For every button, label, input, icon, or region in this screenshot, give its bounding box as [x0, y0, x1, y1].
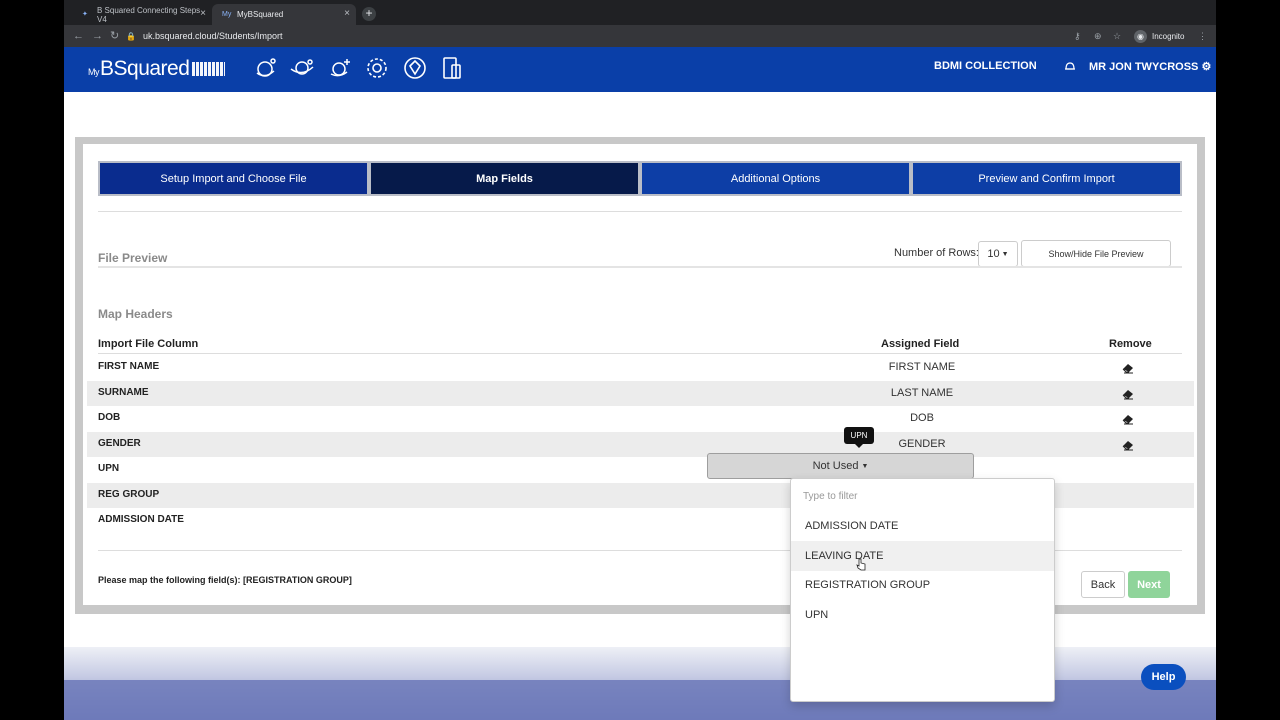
field-tooltip: UPN — [844, 427, 874, 448]
close-icon[interactable]: × — [344, 8, 350, 19]
column-name: DOB — [98, 412, 121, 423]
step-map-fields[interactable]: Map Fields — [371, 163, 638, 194]
dropdown-option[interactable]: LEAVING DATE — [791, 541, 1054, 571]
dropdown-option[interactable]: ADMISSION DATE — [791, 511, 1054, 541]
share-icon: ✦ — [82, 11, 88, 18]
caret-down-icon: ▼ — [1001, 250, 1009, 258]
assigned-field[interactable]: LAST NAME — [822, 387, 1022, 399]
devices-icon[interactable] — [439, 55, 465, 81]
eraser-icon[interactable] — [1121, 386, 1135, 400]
column-name: SURNAME — [98, 387, 149, 398]
browser-tab-mybsquared[interactable]: My MyBSquared × — [212, 4, 356, 25]
assigned-field-select[interactable]: Not Used ▼ — [707, 453, 974, 479]
bdmi-collection-link[interactable]: BDMI COLLECTION — [934, 60, 1037, 72]
divider — [98, 353, 1182, 354]
incognito-label: Incognito — [1152, 31, 1185, 41]
logo-prefix: My — [88, 67, 100, 77]
wizard-steps: Setup Import and Choose File Map Fields … — [98, 161, 1182, 196]
mapping-required-message: Please map the following field(s): [REGI… — [98, 575, 352, 585]
assigned-field[interactable]: DOB — [822, 412, 1022, 424]
col-import-file: Import File Column — [98, 338, 199, 350]
next-button[interactable]: Next — [1128, 571, 1170, 598]
tab-label: MyBSquared — [237, 10, 284, 19]
column-name: UPN — [98, 463, 120, 474]
browser-tab-connecting-steps[interactable]: ✦ B Squared Connecting Steps V4 × — [72, 4, 212, 25]
key-icon[interactable]: ⚷ — [1074, 29, 1081, 43]
forward-arrow-icon[interactable]: → — [92, 29, 103, 43]
field-dropdown-menu: Type to filter ADMISSION DATE LEAVING DA… — [790, 478, 1055, 702]
url-text: uk.bsquared.cloud/Students/Import — [142, 31, 283, 41]
star-icon[interactable]: ☆ — [1113, 29, 1121, 43]
user-menu[interactable]: MR JON TWYCROSS ⚙ — [1089, 60, 1211, 73]
column-name: REG GROUP — [98, 489, 160, 500]
column-name: ADMISSION DATE — [98, 514, 184, 525]
incognito-icon: ◉ — [1134, 29, 1147, 43]
eraser-icon[interactable] — [1121, 411, 1135, 425]
show-hide-preview-button[interactable]: Show/Hide File Preview — [1021, 240, 1171, 267]
eraser-icon[interactable] — [1121, 360, 1135, 374]
back-button[interactable]: Back — [1081, 571, 1125, 598]
rows-value: 10 — [987, 248, 1000, 260]
user-name: MR JON TWYCROSS — [1089, 61, 1199, 73]
dropdown-option[interactable]: REGISTRATION GROUP — [791, 570, 1054, 600]
caret-down-icon: ▼ — [861, 462, 869, 470]
table-header: Import File Column Assigned Field Remove — [98, 338, 1182, 354]
rows-label: Number of Rows: — [894, 247, 979, 259]
assessment-icon[interactable] — [253, 55, 279, 81]
bell-icon[interactable] — [1063, 59, 1077, 73]
select-value: Not Used — [812, 460, 859, 472]
app-header: My BSquared BDMI COLLECTION MR JON TWYCR… — [64, 47, 1216, 92]
back-arrow-icon[interactable]: ← — [73, 29, 84, 43]
file-preview-title: File Preview — [98, 251, 168, 265]
logo-grid-icon — [192, 62, 226, 76]
map-headers-title: Map Headers — [98, 307, 173, 321]
tab-strip: ✦ B Squared Connecting Steps V4 × My MyB… — [64, 0, 1216, 25]
step-additional-options[interactable]: Additional Options — [642, 163, 909, 194]
address-bar[interactable]: 🔒 uk.bsquared.cloud/Students/Import — [124, 28, 1084, 44]
divider — [98, 266, 1182, 268]
mybsquared-favicon-icon: My — [222, 11, 232, 18]
hand-cursor-icon — [856, 558, 866, 571]
groups-icon[interactable] — [289, 55, 315, 81]
browser-chrome: ✦ B Squared Connecting Steps V4 × My MyB… — [64, 0, 1216, 47]
lock-icon: 🔒 — [126, 31, 136, 41]
new-tab-button[interactable]: + — [362, 7, 376, 21]
gem-icon[interactable] — [402, 55, 428, 81]
logo-text: BSquared — [100, 57, 190, 80]
filter-input[interactable]: Type to filter — [803, 491, 857, 502]
divider — [98, 211, 1182, 212]
help-button[interactable]: Help — [1141, 664, 1186, 690]
incognito-indicator[interactable]: ◉ Incognito — [1134, 28, 1184, 44]
col-remove: Remove — [1109, 338, 1152, 350]
table-row: GENDER GENDER — [87, 432, 1194, 457]
col-assigned-field: Assigned Field — [881, 338, 960, 350]
reload-icon[interactable]: ↻ — [110, 29, 119, 43]
column-name: GENDER — [98, 438, 141, 449]
rows-select[interactable]: 10 ▼ — [978, 241, 1018, 267]
dropdown-option[interactable]: UPN — [791, 600, 1054, 630]
zoom-icon[interactable]: ⊕ — [1094, 29, 1102, 43]
table-row: FIRST NAME FIRST NAME — [87, 355, 1194, 380]
eraser-icon[interactable] — [1121, 437, 1135, 451]
tab-label: B Squared Connecting Steps V4 — [96, 5, 201, 24]
browser-toolbar: ← → ↻ 🔒 uk.bsquared.cloud/Students/Impor… — [64, 25, 1216, 47]
table-row: SURNAME LAST NAME — [87, 381, 1194, 406]
column-name: FIRST NAME — [98, 361, 160, 372]
menu-dots-icon[interactable]: ⋮ — [1198, 29, 1207, 43]
settings-gear-icon[interactable] — [364, 55, 390, 81]
table-row: DOB DOB — [87, 406, 1194, 431]
close-icon[interactable]: × — [200, 8, 206, 19]
gear-icon: ⚙ — [1201, 61, 1212, 73]
step-preview-confirm[interactable]: Preview and Confirm Import — [913, 163, 1180, 194]
mybsquared-logo[interactable]: My BSquared — [88, 57, 226, 81]
students-icon[interactable] — [327, 55, 353, 81]
assigned-field[interactable]: FIRST NAME — [822, 361, 1022, 373]
step-setup-import[interactable]: Setup Import and Choose File — [100, 163, 367, 194]
